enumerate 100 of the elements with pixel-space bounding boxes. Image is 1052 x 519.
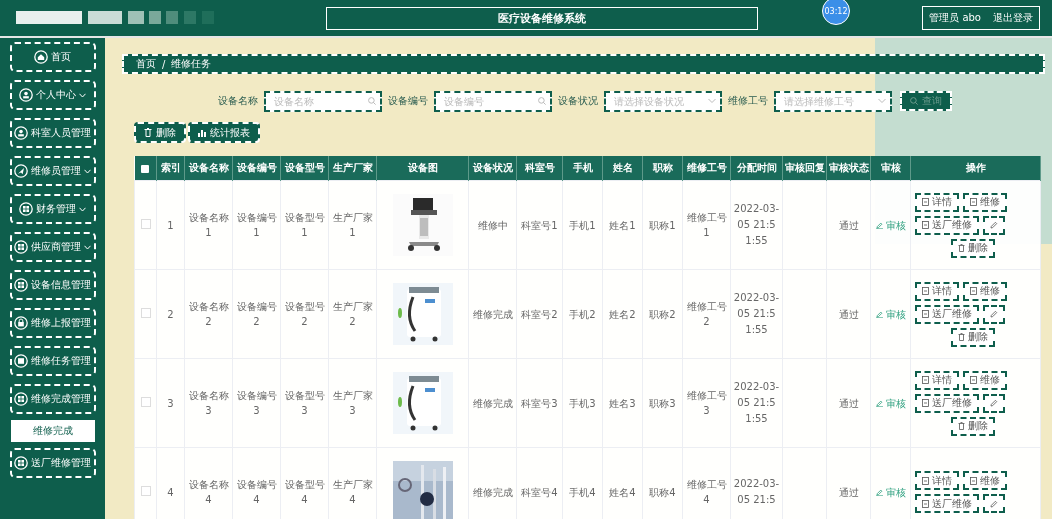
detail-button[interactable]: 详情: [915, 471, 959, 490]
sidebar-label: 送厂维修管理: [31, 456, 91, 470]
audit-link[interactable]: 审核: [875, 306, 906, 322]
factory-repair-button[interactable]: 送厂维修: [915, 304, 979, 324]
caret-icon: [84, 244, 91, 250]
pencil-icon: [990, 399, 998, 407]
delete-button[interactable]: 删除: [951, 416, 995, 436]
column-header: 设备名称: [184, 156, 233, 181]
document-icon: [922, 310, 929, 318]
repair-button[interactable]: 维修: [963, 281, 1007, 301]
sidebar-item[interactable]: 个人中心: [9, 80, 96, 110]
user-name: 管理员 abo: [929, 11, 981, 25]
submenu-item[interactable]: 维修完成: [10, 420, 95, 442]
sidebar-item[interactable]: 维修任务管理: [9, 346, 96, 376]
select-field[interactable]: 请选择维修工号: [774, 90, 892, 112]
detail-button[interactable]: 详情: [915, 281, 959, 301]
repair-button[interactable]: 维修: [963, 370, 1007, 390]
column-header: 设备状况: [468, 156, 517, 181]
document-icon: [970, 198, 977, 206]
audit-link[interactable]: 审核: [875, 484, 906, 500]
trash-icon: [144, 128, 152, 137]
sidebar-item[interactable]: 财务管理: [9, 194, 96, 224]
sidebar-item[interactable]: 维修上报管理: [9, 308, 96, 338]
row-checkbox[interactable]: [140, 218, 151, 229]
delete-button[interactable]: 删除: [951, 327, 995, 347]
sidebar-item[interactable]: 首页: [9, 42, 96, 72]
report-button[interactable]: 统计报表: [188, 122, 260, 143]
code-cell: 设备编号2: [232, 269, 281, 359]
title-cell: 职称3: [642, 358, 683, 448]
edit-button[interactable]: [983, 304, 1005, 324]
delete-button[interactable]: 删除: [134, 122, 186, 143]
document-icon: [922, 287, 929, 295]
worker-cell: 维修工号3: [682, 358, 731, 448]
pencil-icon: [990, 310, 998, 318]
index-cell: 3: [156, 358, 185, 448]
time-cell: 2022-03-05 21:51:55: [730, 180, 783, 270]
model-cell: 设备型号2: [280, 269, 329, 359]
home-icon: [34, 50, 48, 64]
row-checkbox[interactable]: [140, 307, 151, 318]
model-cell: 设备型号3: [280, 358, 329, 448]
detail-button[interactable]: 详情: [915, 370, 959, 390]
search-icon: [538, 97, 546, 105]
row-checkbox[interactable]: [140, 485, 151, 496]
time-cell: 2022-03-05 21:51:55: [730, 269, 783, 359]
sidebar-item[interactable]: 供应商管理: [9, 232, 96, 262]
edit-button[interactable]: [983, 393, 1005, 413]
column-header: 审核: [870, 156, 911, 181]
search-icon: [368, 97, 376, 105]
select-field[interactable]: 请选择设备状况: [604, 90, 722, 112]
person-icon: [14, 126, 28, 140]
grid-icon: [14, 240, 28, 254]
sidebar-item[interactable]: 设备信息管理: [9, 270, 96, 300]
factory-repair-button[interactable]: 送厂维修: [915, 215, 979, 235]
search-field[interactable]: 设备名称: [264, 90, 382, 112]
search-icon: [910, 97, 918, 105]
sidebar-item[interactable]: 科室人员管理: [9, 118, 96, 148]
sidebar-item[interactable]: 维修完成管理: [9, 384, 96, 414]
column-header: 姓名: [602, 156, 643, 181]
model-cell: 设备型号1: [280, 180, 329, 270]
app-title: 医疗设备维修系统: [326, 6, 758, 30]
edit-button[interactable]: [983, 494, 1005, 513]
column-header: 操作: [910, 156, 1041, 181]
grid-icon: [14, 456, 28, 470]
caret-icon: [79, 92, 86, 98]
clock-badge: 03:12: [822, 0, 850, 25]
audit-link[interactable]: 审核: [875, 395, 906, 411]
maker-cell: 生产厂家3: [328, 358, 377, 448]
pencil-icon: [990, 221, 998, 229]
breadcrumb-link[interactable]: 维修任务: [171, 57, 212, 71]
audit-status-cell: 通过: [826, 358, 871, 448]
column-header: 设备编号: [232, 156, 281, 181]
trash-icon: [958, 422, 965, 430]
document-icon: [922, 376, 929, 384]
detail-button[interactable]: 详情: [915, 192, 959, 212]
grid-icon: [14, 278, 28, 292]
select-all-checkbox[interactable]: [141, 164, 150, 173]
column-header: 手机: [562, 156, 603, 181]
repair-button[interactable]: 维修: [963, 192, 1007, 212]
breadcrumb-link[interactable]: 首页: [136, 57, 156, 71]
status-cell: 维修中: [468, 180, 517, 270]
delete-button[interactable]: 删除: [951, 238, 995, 258]
document-icon: [970, 476, 977, 485]
document-icon: [970, 287, 977, 295]
row-checkbox[interactable]: [140, 396, 151, 407]
column-header: 维修工号: [682, 156, 731, 181]
filter-label: 维修工号: [728, 94, 768, 108]
sidebar-label: 个人中心: [36, 88, 76, 102]
factory-repair-button[interactable]: 送厂维修: [915, 494, 979, 513]
sidebar-item[interactable]: 维修员管理: [9, 156, 96, 186]
status-cell: 维修完成: [468, 358, 517, 448]
edit-button[interactable]: [983, 215, 1005, 235]
dept-cell: 科室号2: [516, 269, 563, 359]
repair-button[interactable]: 维修: [963, 471, 1007, 490]
factory-repair-button[interactable]: 送厂维修: [915, 393, 979, 413]
logout-link[interactable]: 退出登录: [993, 11, 1033, 25]
search-field[interactable]: 设备编号: [434, 90, 552, 112]
caret-icon: [79, 206, 86, 212]
sidebar-label: 首页: [51, 50, 71, 64]
sidebar-item[interactable]: 送厂维修管理: [9, 448, 96, 478]
person-icon: [19, 88, 33, 102]
